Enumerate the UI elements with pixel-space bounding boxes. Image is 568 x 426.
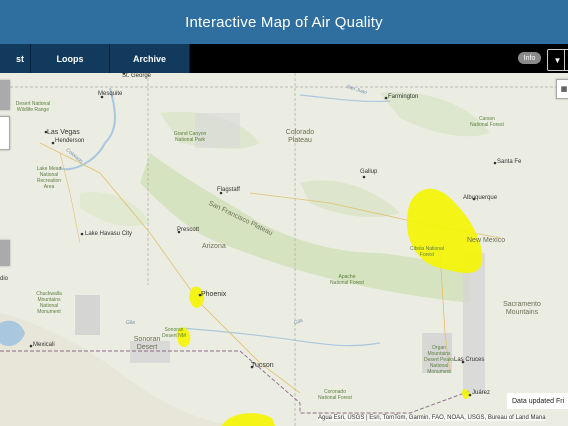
app-header: Interactive Map of Air Quality	[0, 0, 568, 44]
city-label: St. George	[122, 73, 152, 79]
park-label: Grand Canyon National Park	[173, 131, 207, 143]
map-attribution: Agua Esri, USGS | Esri, TomTom, Garmin, …	[318, 415, 546, 421]
home-control[interactable]	[0, 240, 10, 266]
city-label: Las Vegas	[47, 129, 80, 136]
park-label: Apache National Forest	[330, 274, 364, 286]
region-label: Arizona	[202, 243, 226, 250]
city-label: Gallup	[360, 169, 378, 175]
river-label: Gila	[126, 320, 135, 326]
layer-control[interactable]	[0, 116, 10, 150]
city-label: dio	[0, 276, 9, 282]
city-label: Tucson	[251, 362, 274, 369]
nav-bar: st Loops Archive	[0, 44, 568, 73]
secondary-dropdown-button[interactable]	[564, 49, 568, 71]
city-label: Albuquerque	[463, 195, 498, 201]
tab-archive[interactable]: Archive	[110, 44, 190, 73]
city-label: Santa Fe	[497, 159, 522, 165]
park-label: Coronado National Forest	[318, 389, 352, 401]
city-label: Phoenix	[201, 291, 227, 298]
page-title: Interactive Map of Air Quality	[185, 13, 383, 31]
caret-down-icon: ▼	[553, 55, 562, 65]
city-label: Farmington	[388, 94, 419, 100]
info-button[interactable]: Info	[518, 52, 541, 64]
city-label: Lake Havasu City	[85, 231, 133, 237]
park-label: Carson National Forest	[470, 116, 504, 128]
tab-loops[interactable]: Loops	[31, 44, 110, 73]
city-label: Juárez	[472, 390, 491, 396]
data-updated-status: Data updated Fri	[507, 393, 568, 409]
city-label: Las Cruces	[454, 357, 485, 363]
park-label: Lake Mead National Recreation Area	[36, 166, 62, 190]
park-label: Sonoran Desert NM	[162, 327, 186, 339]
region-label: New Mexico	[467, 237, 506, 244]
tab-forecast[interactable]: st	[0, 44, 31, 73]
city-label: Prescott	[177, 227, 200, 233]
grid-icon: ▦	[560, 86, 568, 93]
region-label: Colorado Plateau	[285, 129, 315, 144]
city-label: Henderson	[55, 138, 85, 144]
park-label: Desert National Wildlife Range	[15, 101, 51, 113]
park-label: Cibola National Forest	[410, 246, 444, 258]
city-label: Mexicali	[33, 342, 55, 348]
city-label: Flagstaff	[217, 187, 240, 193]
park-label: Chuckwalla Mountains National Monument	[36, 291, 62, 315]
region-label: Sacramento Mountains	[503, 301, 541, 316]
park-label: Organ Mountains Desert Peaks National Mo…	[423, 345, 454, 375]
basemap-toggle-button[interactable]: ▦	[556, 79, 568, 99]
city-label: Mesquite	[98, 91, 123, 97]
map-view[interactable]: St. George Mesquite Las Vegas Henderson …	[0, 73, 568, 426]
zoom-control[interactable]	[0, 80, 10, 110]
